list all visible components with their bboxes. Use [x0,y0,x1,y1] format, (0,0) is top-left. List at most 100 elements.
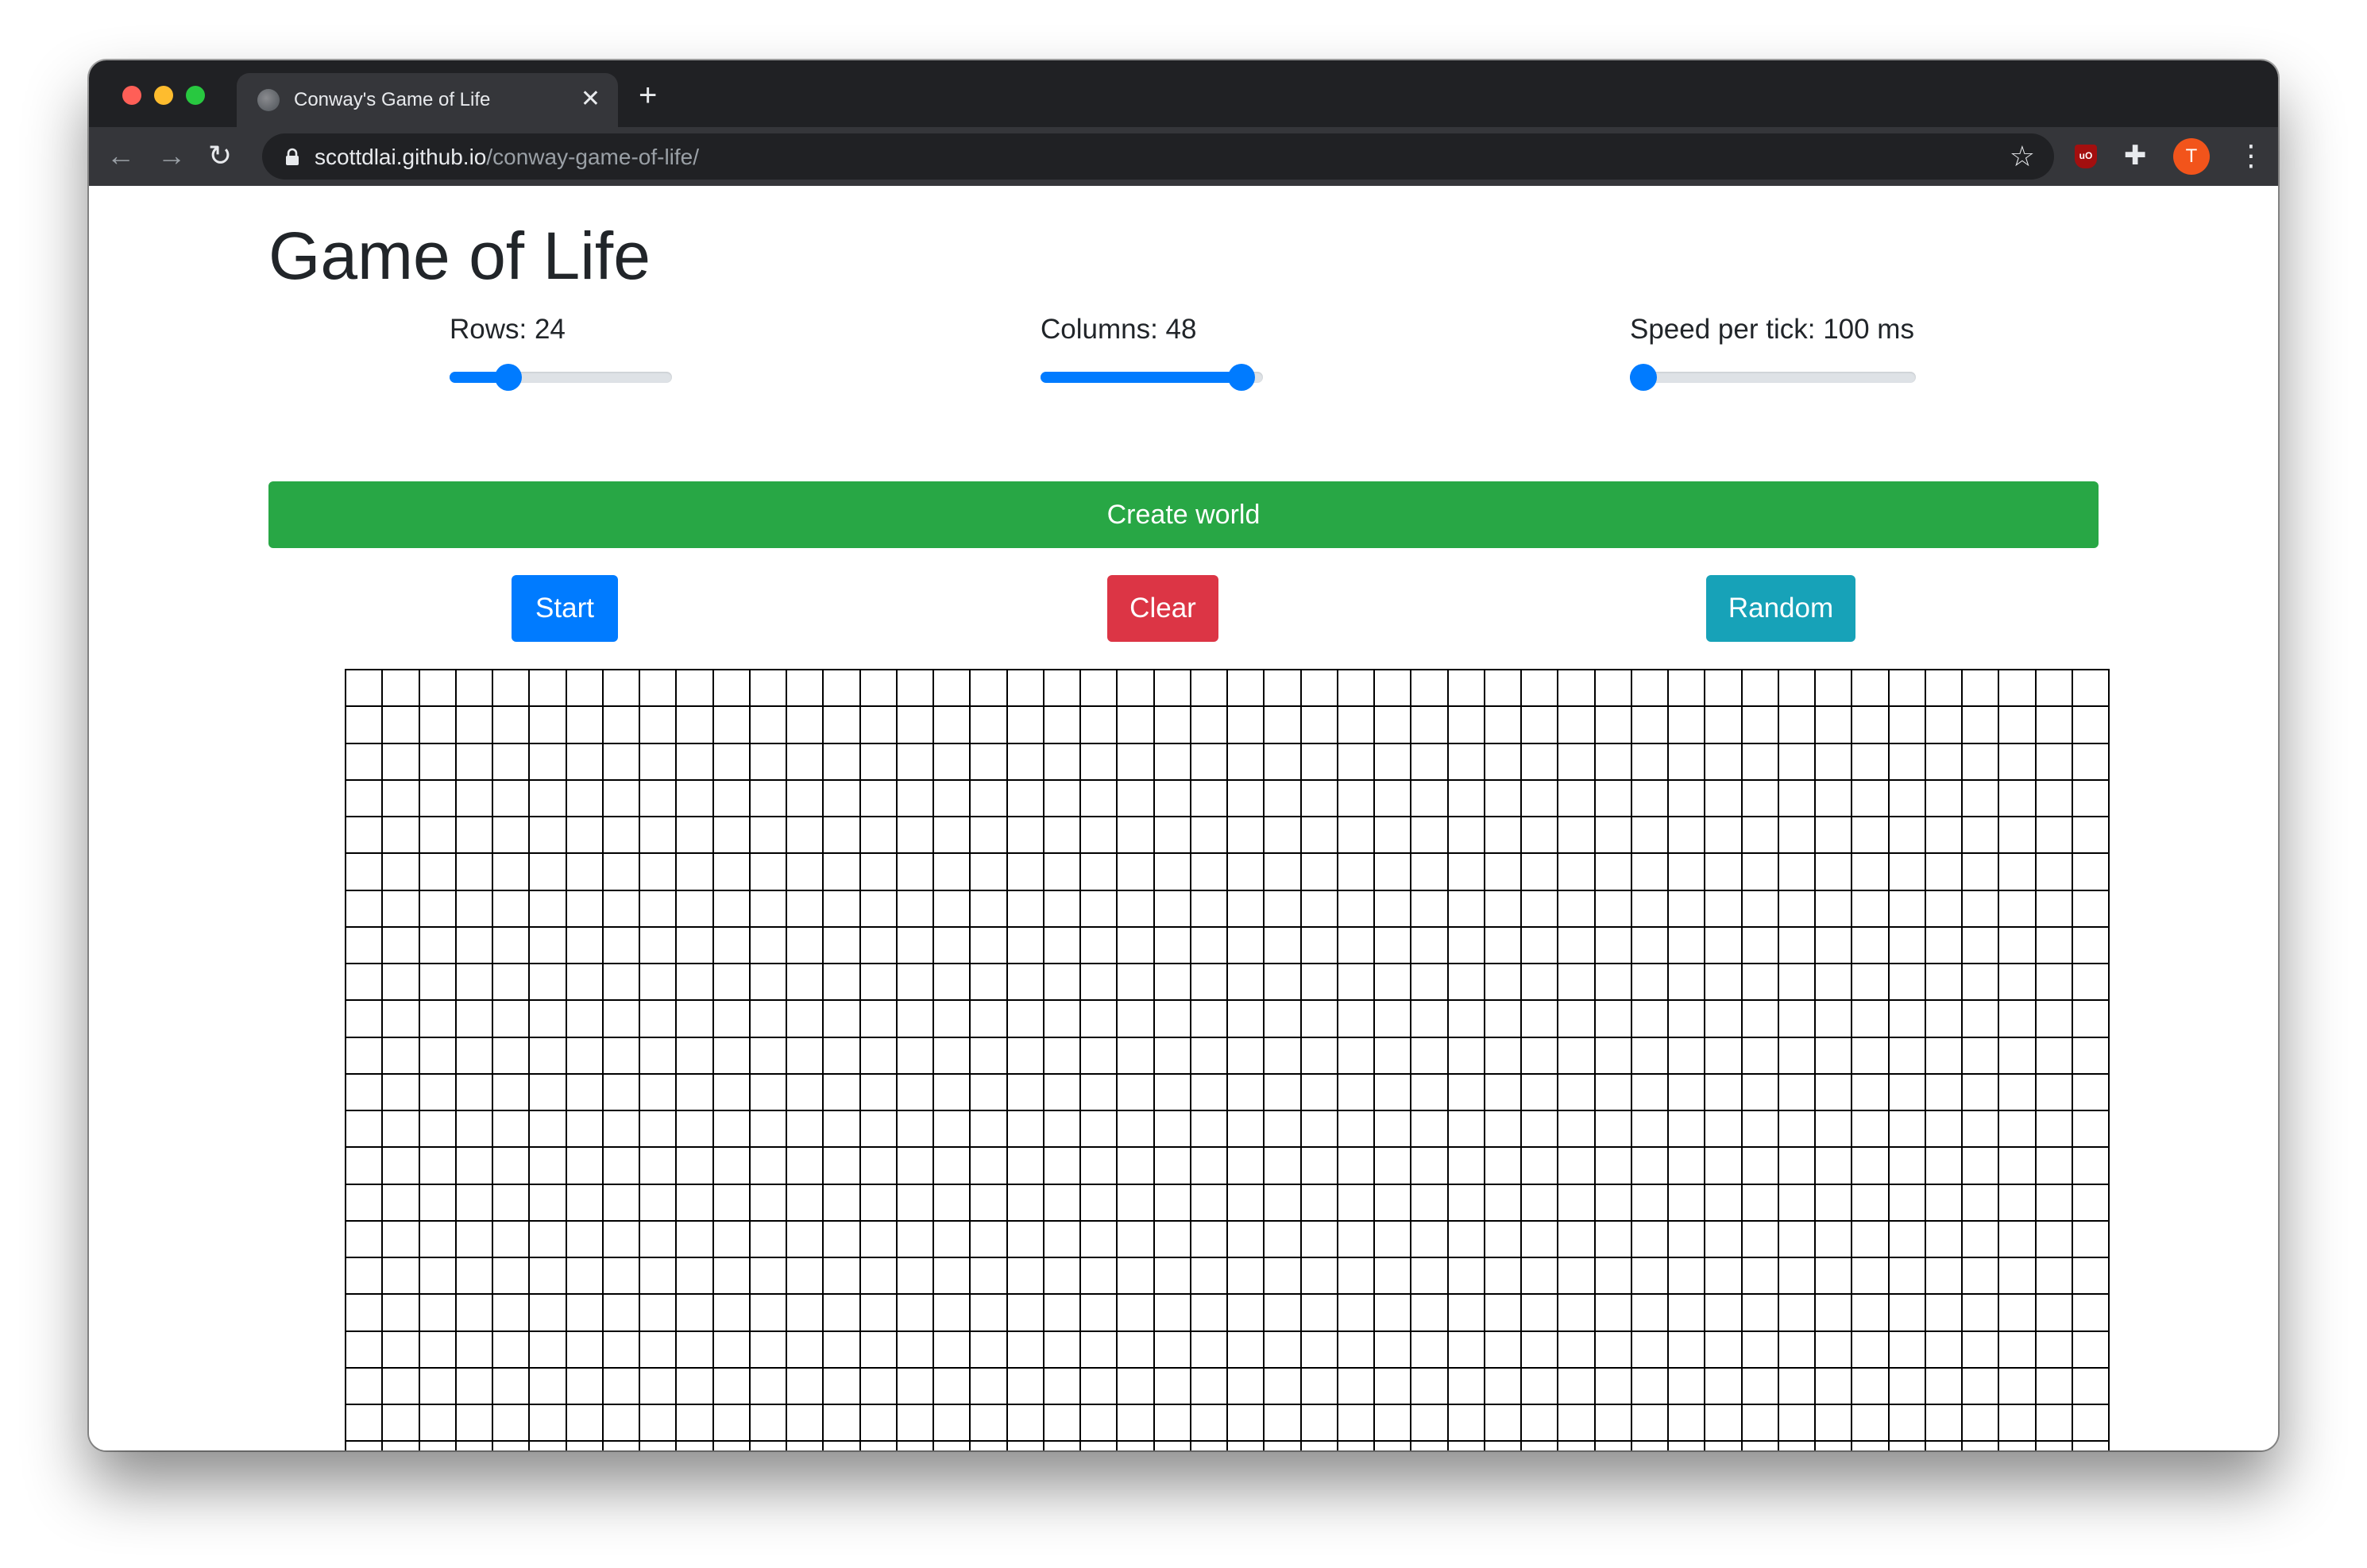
grid-cell[interactable] [1301,670,1338,708]
grid-cell[interactable] [1007,854,1044,891]
grid-cell[interactable] [1485,1258,1522,1296]
grid-cell[interactable] [2036,1148,2073,1185]
grid-cell[interactable] [677,1148,714,1185]
grid-cell[interactable] [493,964,531,1002]
grid-cell[interactable] [1375,1111,1412,1149]
grid-cell[interactable] [1925,1295,1963,1332]
grid-cell[interactable] [456,1037,493,1075]
grid-cell[interactable] [383,1001,420,1038]
grid-cell[interactable] [2036,964,2073,1002]
grid-cell[interactable] [1816,854,1853,891]
grid-cell[interactable] [419,707,457,744]
grid-cell[interactable] [677,1221,714,1258]
grid-cell[interactable] [860,780,898,817]
grid-cell[interactable] [530,964,567,1002]
grid-cell[interactable] [1485,1037,1522,1075]
grid-cell[interactable] [824,707,861,744]
grid-cell[interactable] [640,1405,678,1442]
grid-cell[interactable] [1485,964,1522,1002]
grid-cell[interactable] [897,1405,934,1442]
grid-cell[interactable] [1301,964,1338,1002]
grid-cell[interactable] [603,743,640,781]
grid-cell[interactable] [419,1331,457,1369]
grid-cell[interactable] [1778,1442,1816,1450]
grid-cell[interactable] [383,964,420,1002]
grid-cell[interactable] [2036,817,2073,855]
grid-cell[interactable] [1118,1221,1155,1258]
grid-cell[interactable] [1448,1001,1485,1038]
grid-cell[interactable] [1191,927,1228,964]
grid-cell[interactable] [1889,707,1926,744]
grid-cell[interactable] [1081,1001,1118,1038]
grid-cell[interactable] [1522,670,1559,708]
grid-cell[interactable] [1705,1295,1743,1332]
grid-cell[interactable] [1154,817,1191,855]
grid-cell[interactable] [1669,1221,1706,1258]
grid-cell[interactable] [1778,817,1816,855]
grid-cell[interactable] [1265,1258,1302,1296]
new-tab-button[interactable]: + [639,79,657,111]
grid-cell[interactable] [897,707,934,744]
grid-cell[interactable] [934,1221,971,1258]
grid-cell[interactable] [860,1442,898,1450]
grid-cell[interactable] [1631,1111,1669,1149]
grid-cell[interactable] [713,1368,751,1405]
grid-cell[interactable] [566,1258,604,1296]
grid-cell[interactable] [1301,1258,1338,1296]
grid-cell[interactable] [750,817,787,855]
grid-cell[interactable] [1558,743,1596,781]
grid-cell[interactable] [493,1258,531,1296]
grid-cell[interactable] [1485,854,1522,891]
grid-cell[interactable] [971,964,1008,1002]
grid-cell[interactable] [2072,1148,2110,1185]
grid-cell[interactable] [1485,670,1522,708]
grid-cell[interactable] [2072,964,2110,1002]
grid-cell[interactable] [897,1331,934,1369]
grid-cell[interactable] [1595,1258,1632,1296]
grid-cell[interactable] [677,670,714,708]
grid-cell[interactable] [1375,1001,1412,1038]
grid-cell[interactable] [1999,817,2037,855]
grid-cell[interactable] [787,1001,824,1038]
grid-cell[interactable] [1558,670,1596,708]
grid-cell[interactable] [2072,1001,2110,1038]
grid-cell[interactable] [1925,743,1963,781]
grid-cell[interactable] [566,1405,604,1442]
grid-cell[interactable] [824,817,861,855]
grid-cell[interactable] [1191,817,1228,855]
grid-cell[interactable] [1778,1148,1816,1185]
grid-cell[interactable] [1338,1368,1375,1405]
grid-cell[interactable] [566,927,604,964]
grid-cell[interactable] [971,890,1008,928]
grid-cell[interactable] [1595,927,1632,964]
grid-cell[interactable] [787,1221,824,1258]
grid-cell[interactable] [1154,1405,1191,1442]
grid-cell[interactable] [1485,1001,1522,1038]
grid-cell[interactable] [1925,927,1963,964]
grid-cell[interactable] [1963,890,2000,928]
grid-cell[interactable] [1485,1111,1522,1149]
grid-cell[interactable] [1081,927,1118,964]
grid-cell[interactable] [1411,1148,1449,1185]
grid-cell[interactable] [1265,1148,1302,1185]
grid-cell[interactable] [934,743,971,781]
grid-cell[interactable] [1595,670,1632,708]
grid-cell[interactable] [934,1074,971,1111]
grid-cell[interactable] [419,1368,457,1405]
grid-cell[interactable] [1191,780,1228,817]
grid-cell[interactable] [1925,1258,1963,1296]
grid-cell[interactable] [1852,817,1890,855]
grid-cell[interactable] [566,670,604,708]
grid-cell[interactable] [1631,1442,1669,1450]
grid-cell[interactable] [897,1184,934,1222]
grid-cell[interactable] [750,854,787,891]
grid-cell[interactable] [640,1258,678,1296]
grid-cell[interactable] [750,670,787,708]
grid-cell[interactable] [1191,1074,1228,1111]
grid-cell[interactable] [677,743,714,781]
grid-cell[interactable] [493,670,531,708]
grid-cell[interactable] [603,670,640,708]
grid-cell[interactable] [2072,1074,2110,1111]
grid-cell[interactable] [603,854,640,891]
grid-cell[interactable] [713,1295,751,1332]
